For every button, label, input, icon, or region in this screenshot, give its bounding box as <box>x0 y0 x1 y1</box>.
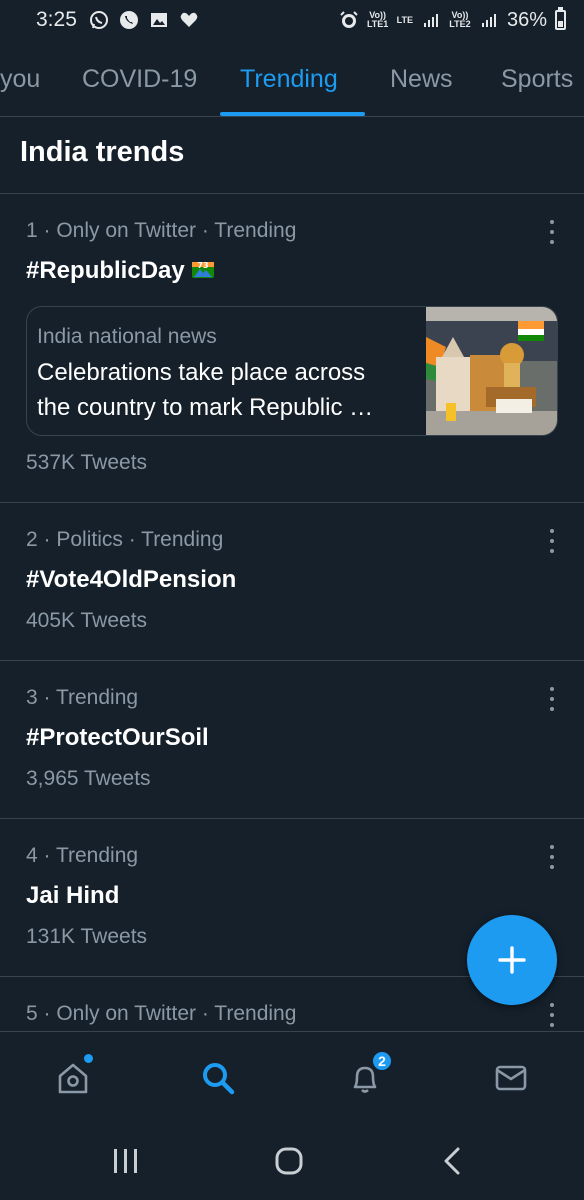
sim2-label: Vo)) LTE2 <box>449 10 471 29</box>
active-tab-indicator <box>220 112 365 116</box>
trend-meta: 1 · Only on Twitter · Trending <box>26 219 297 242</box>
sim1-label: Vo)) LTE1 <box>366 10 389 29</box>
more-options-icon[interactable] <box>546 529 558 553</box>
tweet-count: 405K Tweets <box>26 609 148 632</box>
messages-icon <box>495 1065 527 1091</box>
more-options-icon[interactable] <box>546 1003 558 1027</box>
home-circle-icon <box>275 1147 303 1175</box>
news-headline-line: the country to mark Republic … <box>37 394 374 421</box>
signal-icon <box>479 10 499 30</box>
lte-label: LTE <box>396 14 413 25</box>
back-button[interactable] <box>440 1145 464 1177</box>
news-headline-line: Celebrations take place across <box>37 359 366 386</box>
republic-day-emoji-icon: 73 <box>191 261 214 278</box>
trend-meta: 4 · Trending <box>26 844 139 867</box>
tab-trending[interactable]: Trending <box>240 65 338 94</box>
bottom-navigation: 2 <box>0 1031 584 1121</box>
unread-dot <box>84 1054 93 1063</box>
gallery-icon <box>149 10 169 30</box>
recents-icon <box>114 1149 137 1173</box>
trend-name-text: #RepublicDay <box>26 257 185 284</box>
trend-meta: 2 · Politics · Trending <box>26 528 224 551</box>
trend-item[interactable]: 1 · Only on Twitter · Trending #Republic… <box>0 194 584 503</box>
back-chevron-icon <box>444 1147 460 1175</box>
plus-icon <box>498 946 526 974</box>
tweet-count: 131K Tweets <box>26 925 148 948</box>
whatsapp-icon <box>89 10 109 30</box>
nav-notifications[interactable]: 2 <box>347 1050 393 1096</box>
trend-name[interactable]: #Vote4OldPension <box>26 566 236 594</box>
home-icon <box>58 1063 88 1094</box>
status-system-icons: Vo)) LTE1 LTE Vo)) LTE2 36% <box>339 7 566 32</box>
trend-item[interactable]: 3 · Trending #ProtectOurSoil 3,965 Tweet… <box>0 661 584 819</box>
status-time: 3:25 <box>36 8 77 31</box>
system-navigation-bar <box>0 1121 584 1200</box>
nav-home[interactable] <box>55 1054 93 1096</box>
more-options-icon[interactable] <box>546 687 558 711</box>
battery-icon <box>555 7 566 30</box>
trend-name[interactable]: #RepublicDay 73 <box>26 257 215 285</box>
tweet-count: 537K Tweets <box>26 451 148 474</box>
trend-item[interactable]: 2 · Politics · Trending #Vote4OldPension… <box>0 503 584 661</box>
nav-search[interactable] <box>200 1060 236 1096</box>
news-thumbnail-image <box>426 307 557 435</box>
battery-percent: 36% <box>506 8 547 31</box>
status-bar: 3:25 Vo)) LTE1 LTE Vo)) LTE2 36% <box>0 0 584 40</box>
heart-icon <box>179 10 199 30</box>
trend-name[interactable]: #ProtectOurSoil <box>26 724 209 752</box>
alarm-icon <box>339 10 359 30</box>
notification-count-badge: 2 <box>371 1050 393 1072</box>
news-source: India national news <box>37 325 217 348</box>
phone-icon <box>119 10 139 30</box>
tweet-count: 3,965 Tweets <box>26 767 151 790</box>
nav-messages[interactable] <box>493 1060 529 1096</box>
home-button[interactable] <box>273 1145 305 1177</box>
search-icon <box>203 1063 235 1095</box>
signal-icon <box>421 10 441 30</box>
status-notification-icons <box>89 10 199 30</box>
news-card[interactable]: India national news Celebrations take pl… <box>26 306 558 436</box>
news-headline: Celebrations take place across the count… <box>37 355 417 425</box>
trend-meta: 5 · Only on Twitter · Trending <box>26 1002 297 1025</box>
tab-sports[interactable]: Sports <box>501 65 573 94</box>
tab-news[interactable]: News <box>390 65 453 94</box>
tab-covid-19[interactable]: COVID-19 <box>82 65 197 94</box>
recent-apps-button[interactable] <box>110 1145 142 1177</box>
trend-name[interactable]: Jai Hind <box>26 882 119 910</box>
compose-tweet-button[interactable] <box>467 915 557 1005</box>
battery-fill <box>558 21 563 27</box>
trend-meta: 3 · Trending <box>26 686 139 709</box>
explore-tabs: you COVID-19 Trending News Sports <box>0 40 584 117</box>
more-options-icon[interactable] <box>546 220 558 244</box>
section-title: India trends <box>20 136 185 168</box>
more-options-icon[interactable] <box>546 845 558 869</box>
emoji-text: 73 <box>197 261 208 270</box>
tab-for-you[interactable]: you <box>0 65 40 94</box>
